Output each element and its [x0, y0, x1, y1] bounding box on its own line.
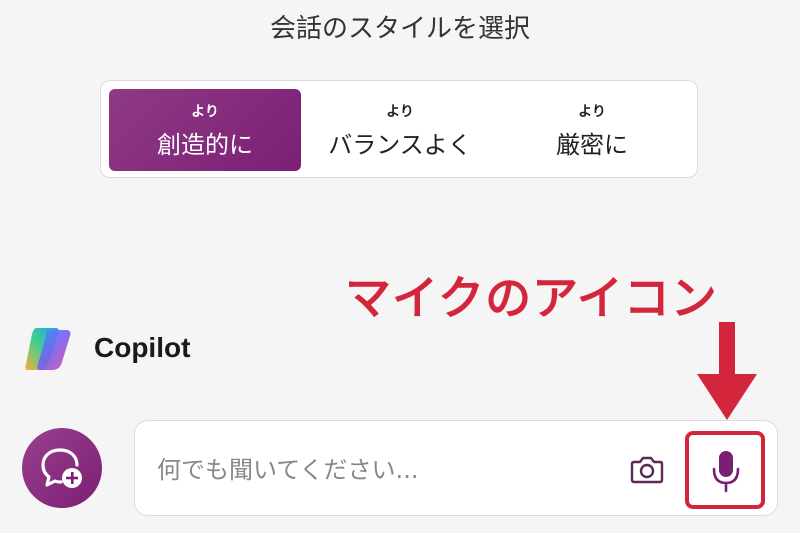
- style-option-prefix: より: [386, 104, 414, 120]
- microphone-icon[interactable]: [711, 449, 741, 493]
- style-option-prefix: より: [191, 104, 219, 120]
- camera-icon[interactable]: [630, 453, 664, 485]
- style-option-balanced[interactable]: より バランスよく: [304, 89, 496, 171]
- style-option-label: バランスよく: [328, 131, 472, 159]
- brand-name: Copilot: [94, 332, 191, 363]
- chat-input[interactable]: [155, 449, 619, 491]
- annotation-arrow-icon: [697, 322, 757, 420]
- style-option-precise[interactable]: より 厳密に: [496, 89, 688, 171]
- mic-highlight-box: [685, 431, 765, 509]
- chat-input-container: [134, 420, 778, 516]
- style-option-prefix: より: [578, 104, 606, 120]
- style-option-label: 創造的に: [157, 131, 253, 159]
- chat-plus-icon: [41, 448, 82, 488]
- conversation-style-selector: より 創造的に より バランスよく より 厳密に: [100, 80, 698, 178]
- new-chat-button[interactable]: [22, 428, 102, 508]
- copilot-logo-icon: [25, 328, 71, 370]
- annotation-label: マイクのアイコン: [345, 271, 718, 325]
- style-option-label: 厳密に: [556, 131, 628, 159]
- style-option-creative[interactable]: より 創造的に: [109, 89, 301, 171]
- page-title: 会話のスタイルを選択: [269, 14, 530, 44]
